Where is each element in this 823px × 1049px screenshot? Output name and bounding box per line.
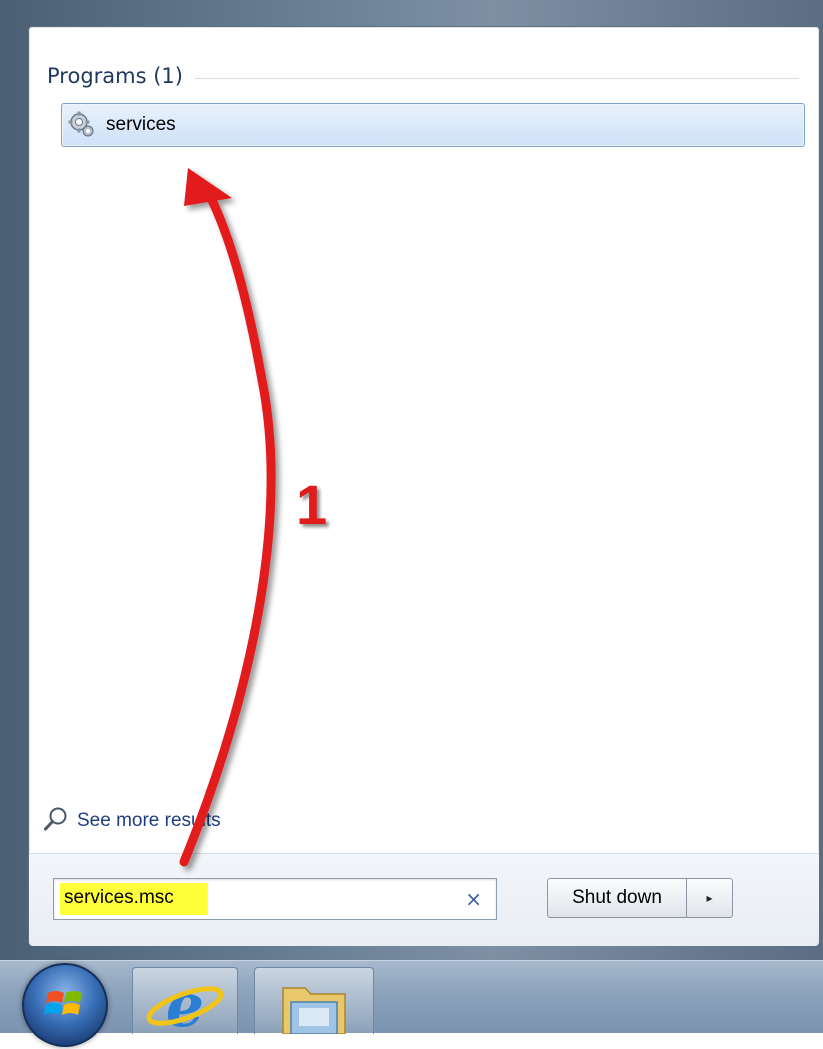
taskbar-windows-explorer-button[interactable]: [254, 967, 374, 1035]
magnifier-icon: [43, 806, 69, 836]
internet-explorer-icon: e: [146, 971, 224, 1041]
start-button-windows-logo-icon[interactable]: [22, 963, 108, 1047]
programs-heading: Programs (1): [47, 64, 183, 88]
shut-down-button[interactable]: Shut down: [547, 878, 687, 918]
see-more-results-link[interactable]: See more results: [43, 807, 221, 835]
start-menu: Programs (1) services See more results s…: [0, 0, 823, 960]
shutdown-options-arrow-icon[interactable]: ▸: [687, 878, 733, 918]
see-more-results-label: See more results: [77, 810, 221, 831]
search-bar-area: services.msc × Shut down ▸: [29, 853, 819, 946]
clear-search-icon[interactable]: ×: [465, 887, 482, 911]
programs-section-header: Programs (1): [47, 61, 799, 91]
section-divider: [194, 77, 799, 79]
folder-icon: [282, 987, 346, 1035]
search-input[interactable]: services.msc ×: [53, 878, 497, 920]
search-input-value: services.msc: [64, 887, 174, 908]
taskbar: e: [0, 960, 823, 1047]
search-result-label: services: [106, 114, 176, 135]
annotation-step-number: 1: [296, 473, 328, 536]
gear-icon: [68, 111, 96, 139]
start-menu-panel: Programs (1) services See more results s…: [28, 26, 820, 946]
search-result-services[interactable]: services: [61, 103, 805, 147]
taskbar-internet-explorer-button[interactable]: e: [132, 967, 238, 1041]
shutdown-control: Shut down ▸: [547, 878, 733, 918]
